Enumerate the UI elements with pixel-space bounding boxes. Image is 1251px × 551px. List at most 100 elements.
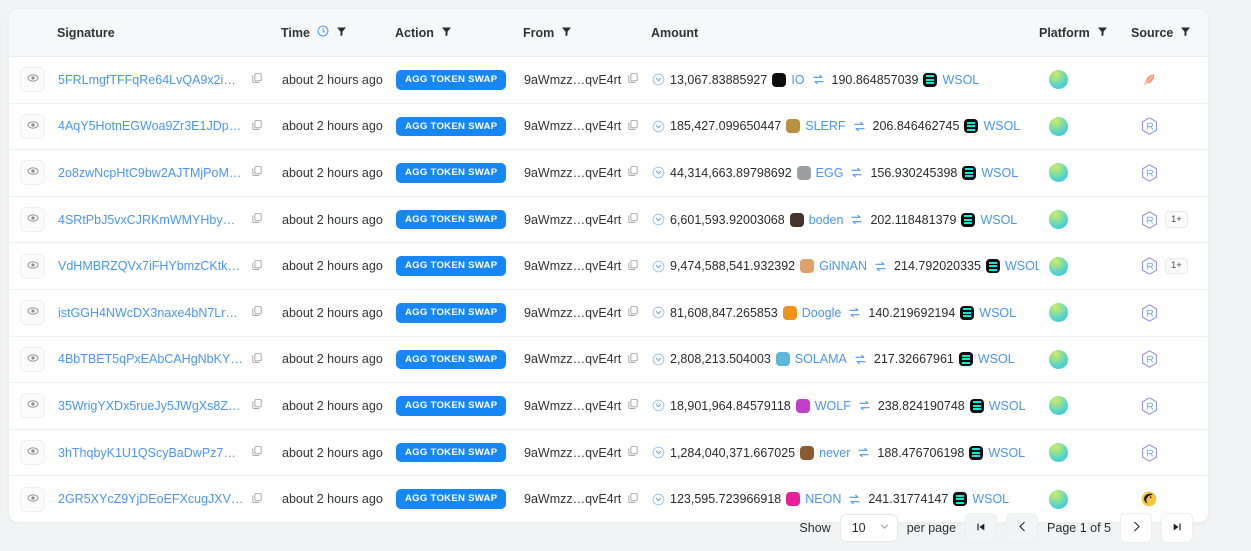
token-out-name[interactable]: WSOL	[988, 446, 1025, 460]
filter-icon-source[interactable]	[1180, 26, 1191, 40]
token-in-name[interactable]: boden	[809, 213, 844, 227]
jupiter-icon[interactable]	[1049, 489, 1068, 509]
table-row[interactable]: 4AqY5HotnEGWoa9Zr3E1JDpCc… about 2 hours …	[9, 103, 1208, 150]
jupiter-icon[interactable]	[1049, 256, 1068, 276]
copy-from-icon[interactable]	[627, 492, 639, 507]
view-details-button[interactable]	[20, 67, 45, 93]
signature-link[interactable]: 4SRtPbJ5vxCJRKmWMYHbyG5q…	[58, 213, 244, 227]
copy-from-icon[interactable]	[627, 398, 639, 413]
signature-link[interactable]: 2o8zwNcpHtC9bw2AJTMjPoM6…	[58, 166, 244, 180]
signature-link[interactable]: 35WrigYXDx5rueJy5JWgXs8ZHx…	[58, 399, 244, 413]
action-badge[interactable]: AGG TOKEN SWAP	[396, 489, 507, 509]
table-row[interactable]: 4BbTBET5qPxEAbCAHgNbKYES… about 2 hours a…	[9, 336, 1208, 383]
copy-signature-icon[interactable]	[251, 212, 263, 227]
jupiter-icon[interactable]	[1049, 443, 1068, 463]
view-details-button[interactable]	[20, 207, 45, 233]
token-in-name[interactable]: EGG	[816, 166, 844, 180]
token-in-name[interactable]: GiNNAN	[819, 259, 867, 273]
token-out-name[interactable]: WSOL	[983, 119, 1020, 133]
token-in-name[interactable]: SOLAMA	[795, 352, 847, 366]
copy-signature-icon[interactable]	[251, 259, 263, 274]
copy-signature-icon[interactable]	[251, 352, 263, 367]
source-extra-badge[interactable]: 1+	[1165, 211, 1188, 228]
table-row[interactable]: 3hThqbyK1U1QScyBaDwPz7Coy… about 2 hours …	[9, 429, 1208, 476]
copy-from-icon[interactable]	[627, 445, 639, 460]
jupiter-icon[interactable]	[1049, 163, 1068, 183]
view-details-button[interactable]	[20, 440, 45, 466]
page-size-select[interactable]: 10	[839, 514, 898, 542]
view-details-button[interactable]	[20, 346, 45, 372]
token-out-name[interactable]: WSOL	[989, 399, 1026, 413]
copy-signature-icon[interactable]	[251, 305, 263, 320]
copy-signature-icon[interactable]	[251, 119, 263, 134]
copy-from-icon[interactable]	[627, 119, 639, 134]
action-badge[interactable]: AGG TOKEN SWAP	[396, 349, 507, 370]
action-badge[interactable]: AGG TOKEN SWAP	[396, 116, 507, 137]
signature-link[interactable]: 4AqY5HotnEGWoa9Zr3E1JDpCc…	[58, 119, 244, 133]
signature-link[interactable]: 4BbTBET5qPxEAbCAHgNbKYES…	[58, 352, 244, 366]
token-in-name[interactable]: NEON	[805, 492, 841, 506]
jupiter-icon[interactable]	[1049, 303, 1068, 323]
copy-from-icon[interactable]	[627, 259, 639, 274]
copy-signature-icon[interactable]	[251, 492, 263, 507]
action-badge[interactable]: AGG TOKEN SWAP	[396, 256, 507, 276]
copy-signature-icon[interactable]	[251, 445, 263, 460]
token-in-name[interactable]: Doogle	[802, 306, 842, 320]
signature-link[interactable]: 3hThqbyK1U1QScyBaDwPz7Coy…	[58, 446, 244, 460]
jupiter-icon[interactable]	[1049, 349, 1068, 369]
token-out-name[interactable]: WSOL	[981, 166, 1018, 180]
copy-signature-icon[interactable]	[251, 165, 263, 180]
prev-page-button[interactable]	[1006, 513, 1039, 543]
view-details-button[interactable]	[20, 300, 45, 326]
filter-icon-action[interactable]	[441, 26, 452, 40]
action-badge[interactable]: AGG TOKEN SWAP	[396, 302, 507, 323]
jupiter-icon[interactable]	[1049, 70, 1068, 90]
token-in-name[interactable]: SLERF	[805, 119, 845, 133]
view-details-button[interactable]	[20, 393, 45, 419]
jupiter-icon[interactable]	[1049, 210, 1068, 230]
token-out-name[interactable]: WSOL	[980, 213, 1017, 227]
action-badge[interactable]: AGG TOKEN SWAP	[396, 209, 507, 230]
table-row[interactable]: 5FRLmgfTFFqRe64LvQA9x2iVJ9… about 2 hours…	[9, 57, 1208, 104]
token-out-name[interactable]: WSOL	[1005, 259, 1039, 273]
table-row[interactable]: 2o8zwNcpHtC9bw2AJTMjPoM6… about 2 hours a…	[9, 150, 1208, 197]
action-badge[interactable]: AGG TOKEN SWAP	[396, 396, 507, 416]
first-page-button[interactable]	[965, 513, 998, 543]
copy-from-icon[interactable]	[627, 352, 639, 367]
copy-from-icon[interactable]	[627, 72, 639, 87]
signature-link[interactable]: 5FRLmgfTFFqRe64LvQA9x2iVJ9…	[58, 73, 244, 87]
last-page-button[interactable]	[1161, 513, 1193, 543]
table-row[interactable]: 4SRtPbJ5vxCJRKmWMYHbyG5q… about 2 hours a…	[9, 196, 1208, 243]
view-details-button[interactable]	[20, 160, 45, 186]
table-row[interactable]: istGGH4NWcDX3naxe4bN7LrsA… about 2 hours …	[9, 289, 1208, 337]
copy-from-icon[interactable]	[627, 305, 639, 320]
signature-link[interactable]: 2GR5XYcZ9YjDEoEFXcugJXV1jc…	[58, 492, 244, 506]
copy-from-icon[interactable]	[627, 212, 639, 227]
token-out-name[interactable]: WSOL	[942, 73, 979, 87]
token-out-name[interactable]: WSOL	[979, 306, 1016, 320]
next-page-button[interactable]	[1120, 513, 1152, 543]
table-row[interactable]: VdHMBRZQVx7iFHYbmzCKtkDT… about 2 hours a…	[9, 243, 1208, 290]
signature-link[interactable]: istGGH4NWcDX3naxe4bN7LrsA…	[58, 306, 244, 320]
jupiter-icon[interactable]	[1049, 116, 1068, 136]
view-details-button[interactable]	[20, 113, 45, 139]
copy-signature-icon[interactable]	[251, 72, 263, 87]
token-out-name[interactable]: WSOL	[972, 492, 1009, 506]
token-in-name[interactable]: never	[819, 446, 850, 460]
token-out-name[interactable]: WSOL	[978, 352, 1015, 366]
filter-icon-time[interactable]	[336, 26, 347, 40]
jupiter-icon[interactable]	[1049, 396, 1068, 416]
copy-signature-icon[interactable]	[251, 398, 263, 413]
token-in-name[interactable]: WOLF	[815, 399, 851, 413]
action-badge[interactable]: AGG TOKEN SWAP	[396, 163, 507, 183]
filter-icon-platform[interactable]	[1097, 26, 1108, 40]
token-in-name[interactable]: IO	[791, 73, 804, 87]
table-row[interactable]: 35WrigYXDx5rueJy5JWgXs8ZHx… about 2 hours…	[9, 383, 1208, 430]
action-badge[interactable]: AGG TOKEN SWAP	[396, 70, 507, 90]
source-extra-badge[interactable]: 1+	[1165, 257, 1188, 275]
filter-icon-from[interactable]	[561, 26, 572, 40]
view-details-button[interactable]	[20, 253, 45, 279]
action-badge[interactable]: AGG TOKEN SWAP	[396, 442, 507, 463]
copy-from-icon[interactable]	[627, 165, 639, 180]
signature-link[interactable]: VdHMBRZQVx7iFHYbmzCKtkDT…	[58, 259, 244, 273]
